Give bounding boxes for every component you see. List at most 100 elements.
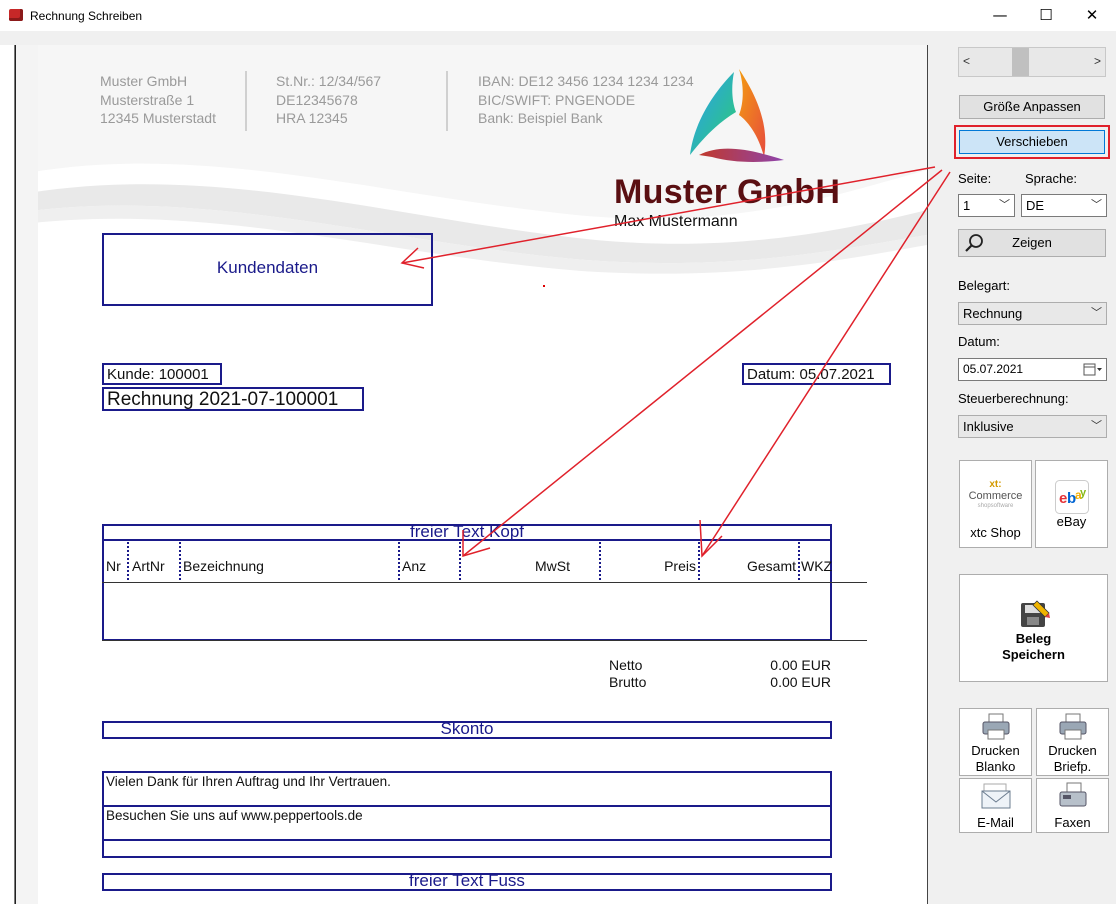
app-icon: [9, 9, 23, 21]
column-header-mwst: MwSt: [535, 558, 570, 574]
invoice-preview-page[interactable]: Muster GmbH Musterstraße 1 12345 Musters…: [15, 45, 927, 904]
invoice-title-box[interactable]: Rechnung 2021-07-100001: [102, 387, 364, 411]
print-letterhead-button[interactable]: Drucken Briefp.: [1036, 708, 1109, 776]
printer-icon: [1059, 713, 1087, 740]
ebay-label: eBay: [1056, 514, 1087, 529]
horizontal-scrollbar[interactable]: < >: [958, 47, 1106, 77]
minimize-button[interactable]: —: [977, 0, 1023, 31]
letterhead-tax-info: St.Nr.: 12/34/567 DE12345678 HRA 12345: [276, 73, 382, 126]
ebay-icon: e b a y: [1055, 480, 1089, 514]
chevron-down-icon: ﹀: [1091, 307, 1102, 319]
tax-select-value: Inklusive: [963, 419, 1014, 434]
column-divider: [127, 542, 129, 580]
anchor-dot: [543, 285, 545, 287]
move-button[interactable]: Verschieben: [959, 130, 1105, 154]
column-divider: [798, 542, 800, 580]
letterhead-address: Muster GmbH Musterstraße 1 12345 Musters…: [100, 73, 216, 126]
envelope-icon: [981, 783, 1011, 809]
email-button[interactable]: E-Mail: [959, 778, 1032, 833]
xtc-shop-label: xtc Shop: [970, 525, 1021, 540]
svg-text:y: y: [1080, 487, 1087, 499]
invoice-date: Datum: 05.07.2021: [747, 366, 875, 383]
xtc-shop-button[interactable]: xt: Commerce shopsoftware xtc Shop: [959, 460, 1032, 548]
print-letterhead-label-1: Drucken: [1048, 743, 1097, 758]
column-header-gesamt: Gesamt: [746, 558, 796, 574]
maximize-button[interactable]: ☐: [1023, 0, 1069, 31]
show-button[interactable]: Zeigen: [958, 229, 1106, 257]
doctype-select-value: Rechnung: [963, 306, 1023, 321]
print-blank-button[interactable]: Drucken Blanko: [959, 708, 1032, 776]
fit-size-button[interactable]: Größe Anpassen: [959, 95, 1105, 119]
close-button[interactable]: ✕: [1069, 0, 1115, 31]
letterhead-divider: [446, 71, 448, 131]
print-blank-label-2: Blanko: [975, 759, 1016, 774]
netto-label: Netto: [609, 657, 643, 673]
thanks-text: Vielen Dank für Ihren Auftrag und Ihr Ve…: [106, 774, 391, 789]
contact-person: Max Mustermann: [614, 213, 738, 230]
chevron-down-icon: ﹀: [999, 199, 1010, 211]
footer-text-box[interactable]: Vielen Dank für Ihren Auftrag und Ihr Ve…: [102, 771, 832, 858]
control-panel: < > Größe Anpassen Verschieben Seite: Sp…: [948, 31, 1116, 904]
scroll-left-arrow[interactable]: <: [963, 54, 970, 68]
language-select[interactable]: DE ﹀: [1021, 194, 1107, 217]
save-icon: [1021, 600, 1050, 627]
chevron-down-icon: ﹀: [1091, 199, 1102, 211]
skonto-label: Skonto: [440, 719, 494, 738]
foot-text-box[interactable]: freier Text Fuss: [102, 871, 832, 891]
column-header-preis: Preis: [664, 558, 696, 574]
column-divider: [398, 542, 400, 580]
table-header-line: [102, 582, 867, 583]
column-header-nr: Nr: [106, 558, 121, 574]
footer-divider: [104, 839, 830, 841]
doctype-select[interactable]: Rechnung ﹀: [958, 302, 1107, 325]
customer-number-box[interactable]: Kunde: 100001: [102, 363, 222, 385]
column-header-wkz: WKZ: [801, 558, 833, 574]
fax-icon: [1059, 782, 1087, 807]
page-gutter: [0, 45, 15, 904]
column-header-anz: Anz: [402, 558, 427, 574]
column-divider: [102, 542, 104, 580]
xtc-logo-text: Commerce: [968, 490, 1023, 502]
calendar-icon[interactable]: [1083, 363, 1103, 377]
date-picker-value: 05.07.2021: [963, 362, 1024, 376]
xtc-logo: xt:: [989, 479, 1002, 490]
printer-icon: [982, 713, 1010, 740]
customer-data-box[interactable]: Kundendaten: [102, 233, 433, 306]
ebay-button[interactable]: e b a y eBay: [1035, 460, 1108, 548]
column-header-artnr: ArtNr: [132, 558, 165, 574]
column-divider: [459, 542, 461, 580]
scroll-thumb[interactable]: [1012, 48, 1029, 76]
company-name: Muster GmbH: [614, 173, 841, 211]
language-select-value: DE: [1026, 198, 1045, 213]
column-header-bezeichnung: Bezeichnung: [183, 558, 264, 574]
save-label-line1: Beleg: [1015, 631, 1052, 646]
language-label: Sprache:: [1025, 171, 1078, 186]
doctype-label: Belegart:: [958, 278, 1011, 293]
column-divider: [698, 542, 700, 580]
magnifier-icon: [965, 234, 983, 252]
foot-text: freier Text Fuss: [409, 871, 525, 890]
date-picker[interactable]: 05.07.2021: [958, 358, 1107, 381]
page-select-value: 1: [963, 198, 971, 213]
date-label: Datum:: [958, 334, 1000, 349]
brutto-label: Brutto: [609, 674, 647, 690]
skonto-box[interactable]: Skonto: [102, 719, 832, 739]
save-label-line2: Speichern: [1002, 647, 1065, 662]
tax-select[interactable]: Inklusive ﹀: [958, 415, 1107, 438]
fax-button[interactable]: Faxen: [1036, 778, 1109, 833]
chevron-down-icon: ﹀: [1091, 420, 1102, 432]
tax-label: Steuerberechnung:: [958, 391, 1069, 406]
page-select[interactable]: 1 ﹀: [958, 194, 1015, 217]
invoice-title: Rechnung 2021-07-100001: [107, 389, 339, 410]
brutto-value: 0.00 EUR: [770, 674, 831, 690]
save-document-button[interactable]: Beleg Speichern: [959, 574, 1108, 682]
date-box[interactable]: Datum: 05.07.2021: [742, 363, 891, 385]
scroll-right-arrow[interactable]: >: [1094, 54, 1101, 68]
netto-value: 0.00 EUR: [770, 657, 831, 673]
print-blank-label-1: Drucken: [971, 743, 1020, 758]
title-bar: Rechnung Schreiben — ☐ ✕: [0, 0, 1116, 31]
email-label: E-Mail: [977, 815, 1014, 830]
items-table[interactable]: [102, 539, 832, 641]
window-title: Rechnung Schreiben: [30, 9, 143, 23]
website-text: Besuchen Sie uns auf www.peppertools.de: [106, 808, 363, 823]
